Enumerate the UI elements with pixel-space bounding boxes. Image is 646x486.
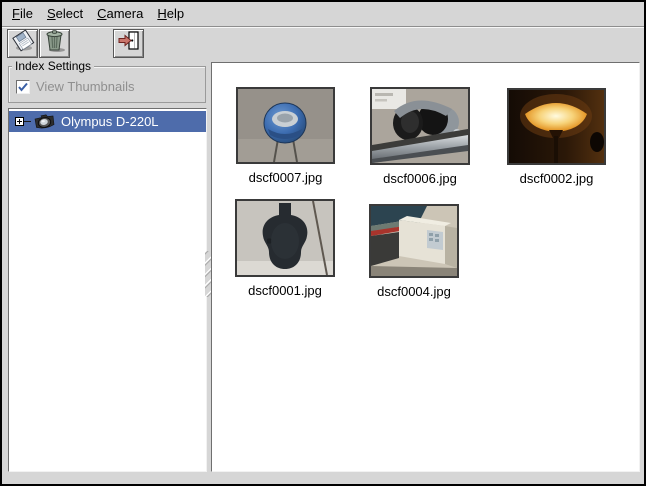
thumbnail-filename: dscf0001.jpg — [235, 283, 335, 298]
thumbnail-item[interactable]: dscf0006.jpg — [370, 87, 470, 186]
tree-item-olympus-d220l[interactable]: Olympus D-220L — [9, 111, 206, 132]
thumbnail-index-panel: dscf0007.jpg — [211, 62, 640, 472]
exit-door-icon — [117, 30, 141, 57]
save-button[interactable] — [7, 29, 38, 58]
thumbnail-filename: dscf0007.jpg — [236, 170, 335, 185]
toolbar — [2, 28, 644, 62]
index-settings-frame: Index Settings View Thumbnails — [8, 66, 206, 103]
thumbnail-filename: dscf0002.jpg — [507, 171, 606, 186]
application-window: File Select Camera Help — [0, 0, 646, 486]
camera-tree-panel[interactable]: Olympus D-220L — [8, 108, 207, 472]
thumbnail-image-dscf0006[interactable] — [370, 87, 470, 165]
menu-file[interactable]: File — [5, 2, 40, 26]
thumbnail-item[interactable]: dscf0007.jpg — [236, 87, 335, 185]
floppy-save-icon — [11, 29, 35, 58]
thumbnail-item[interactable]: dscf0004.jpg — [369, 204, 459, 299]
checkmark-icon — [17, 81, 29, 93]
view-thumbnails-label: View Thumbnails — [36, 79, 135, 94]
menu-help[interactable]: Help — [150, 2, 191, 26]
tree-connector-line — [24, 121, 31, 122]
view-thumbnails-checkbox[interactable]: View Thumbnails — [16, 79, 135, 94]
delete-button[interactable] — [39, 29, 70, 58]
thumbnail-filename: dscf0006.jpg — [370, 171, 470, 186]
menu-select[interactable]: Select — [40, 2, 90, 26]
thumbnail-image-dscf0004[interactable] — [369, 204, 459, 278]
thumbnail-image-dscf0001[interactable] — [235, 199, 335, 277]
tree-item-label: Olympus D-220L — [61, 114, 159, 129]
exit-button[interactable] — [113, 29, 144, 58]
thumbnail-item[interactable]: dscf0002.jpg — [507, 88, 606, 186]
thumbnail-filename: dscf0004.jpg — [369, 284, 459, 299]
camera-icon — [32, 113, 56, 131]
thumbnail-item[interactable]: dscf0001.jpg — [235, 199, 335, 298]
expander-plus-icon[interactable] — [15, 117, 24, 126]
trash-icon — [43, 29, 67, 58]
menubar: File Select Camera Help — [2, 2, 644, 27]
thumbnail-image-dscf0007[interactable] — [236, 87, 335, 164]
menu-camera[interactable]: Camera — [90, 2, 150, 26]
checkbox-box[interactable] — [16, 80, 30, 94]
index-settings-title: Index Settings — [12, 59, 94, 73]
thumbnail-image-dscf0002[interactable] — [507, 88, 606, 165]
